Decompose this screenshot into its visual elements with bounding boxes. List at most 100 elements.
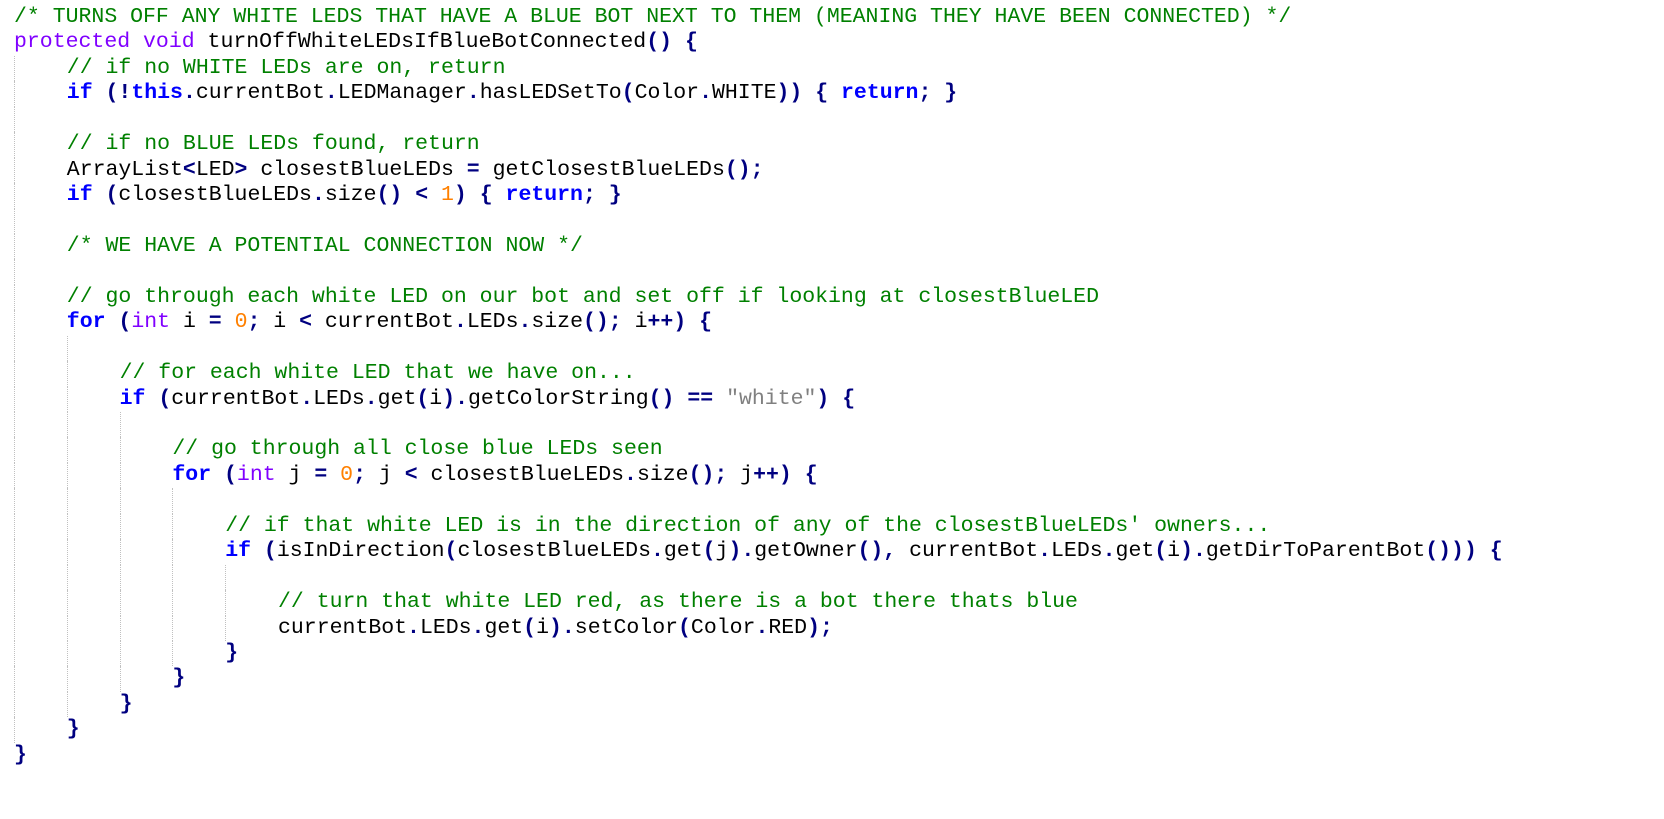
token-operator: > <box>234 157 248 182</box>
token-plain: j <box>365 462 405 487</box>
code-line[interactable]: /* WE HAVE A POTENTIAL CONNECTION NOW */ <box>14 233 1654 260</box>
token-plain: currentBot <box>312 310 454 335</box>
code-line[interactable]: currentBot.LEDs.get(i).setColor(Color.RE… <box>14 615 1654 641</box>
token-operator: ( <box>105 183 119 208</box>
indent-guide <box>14 335 15 362</box>
code-line-content: // if no BLUE LEDs found, return <box>67 132 480 156</box>
token-operator: = <box>208 310 222 335</box>
code-line[interactable]: if (isInDirection(closestBlueLEDs.get(j)… <box>14 539 1654 565</box>
code-line[interactable]: // if that white LED is in the direction… <box>14 513 1654 540</box>
code-line[interactable]: } <box>14 640 1654 667</box>
code-line-content: // go through each white LED on our bot … <box>67 285 1099 309</box>
token-keyword: for <box>172 462 212 487</box>
token-operator: { <box>842 386 856 411</box>
code-line[interactable]: /* TURNS OFF ANY WHITE LEDS THAT HAVE A … <box>14 5 1654 30</box>
code-line[interactable] <box>14 259 1654 285</box>
indent-guide <box>172 590 174 616</box>
indent-guide <box>172 539 174 565</box>
token-operator: ( <box>118 310 132 335</box>
code-line[interactable]: protected void turnOffWhiteLEDsIfBlueBot… <box>14 30 1654 55</box>
code-line[interactable]: // go through all close blue LEDs seen <box>14 437 1654 463</box>
indent-guide <box>14 284 15 311</box>
token-plain: currentBot <box>195 81 325 106</box>
indent-guide <box>172 488 174 514</box>
code-line[interactable]: } <box>14 717 1654 743</box>
indent-guide <box>66 539 68 565</box>
code-line[interactable]: for (int i = 0; i < currentBot.LEDs.size… <box>14 310 1654 336</box>
token-operator: } <box>172 666 186 691</box>
code-line[interactable]: if (!this.currentBot.LEDManager.hasLEDSe… <box>14 81 1654 107</box>
indent-guide <box>66 666 68 692</box>
code-line[interactable] <box>14 106 1654 133</box>
code-line-content: for (int i = 0; i < currentBot.LEDs.size… <box>67 310 712 334</box>
token-operator: } <box>608 183 622 208</box>
indent-guide <box>225 564 227 591</box>
code-line[interactable]: } <box>14 743 1654 768</box>
code-line[interactable]: if (currentBot.LEDs.get(i).getColorStrin… <box>14 386 1654 412</box>
code-line-content: } <box>14 743 27 767</box>
token-plain: get <box>377 386 417 411</box>
code-line-content: /* TURNS OFF ANY WHITE LEDS THAT HAVE A … <box>14 5 1291 29</box>
code-line[interactable]: } <box>14 666 1654 692</box>
token-plain: currentBot <box>278 615 408 640</box>
token-operator: { <box>699 310 713 335</box>
indent-guide <box>14 386 15 412</box>
code-line-content: /* WE HAVE A POTENTIAL CONNECTION NOW */ <box>67 234 583 258</box>
code-line[interactable]: // if no BLUE LEDs found, return <box>14 132 1654 158</box>
code-line[interactable] <box>14 208 1654 234</box>
token-operator: . <box>699 81 712 106</box>
token-plain: LEDs <box>1051 539 1103 564</box>
token-operator: ( <box>263 539 277 564</box>
indent-guide <box>119 640 121 667</box>
token-operator: { <box>815 81 829 106</box>
token-plain: Color <box>690 615 756 640</box>
code-line[interactable] <box>14 564 1654 591</box>
indent-guide <box>119 513 121 540</box>
code-line[interactable]: // for each white LED that we have on... <box>14 361 1654 387</box>
code-line[interactable]: // if no WHITE LEDs are on, return <box>14 55 1654 82</box>
token-operator: ). <box>548 615 575 640</box>
code-line[interactable]: for (int j = 0; j < closestBlueLEDs.size… <box>14 462 1654 489</box>
code-line-content: if (!this.currentBot.LEDManager.hasLEDSe… <box>67 81 957 105</box>
indent-guide <box>14 361 15 387</box>
code-line[interactable]: ArrayList<LED> closestBlueLEDs = getClos… <box>14 157 1654 184</box>
indent-guide <box>119 564 121 591</box>
token-operator: ())) <box>1425 539 1477 564</box>
code-line[interactable] <box>14 412 1654 438</box>
indent-guide <box>14 55 15 82</box>
code-line[interactable]: // go through each white LED on our bot … <box>14 284 1654 311</box>
indent-guide <box>14 81 15 107</box>
token-comment: // if no WHITE LEDs are on, return <box>66 55 506 80</box>
indent-guide <box>119 462 121 489</box>
token-operator: ; <box>247 310 261 335</box>
code-line[interactable]: if (closestBlueLEDs.size() < 1) { return… <box>14 183 1654 209</box>
code-line[interactable]: } <box>14 691 1654 718</box>
token-operator: . <box>1038 539 1052 564</box>
indent-guide <box>14 564 15 591</box>
indent-guide <box>66 615 68 641</box>
token-operator: . <box>182 81 196 106</box>
code-line[interactable] <box>14 488 1654 514</box>
token-operator: } <box>119 691 133 716</box>
code-editor[interactable]: /* TURNS OFF ANY WHITE LEDS THAT HAVE A … <box>14 5 1654 810</box>
token-operator: { <box>684 30 698 55</box>
code-line-content: protected void turnOffWhiteLEDsIfBlueBot… <box>14 30 698 54</box>
token-plain: i <box>621 310 648 335</box>
token-type: void <box>143 30 195 55</box>
code-line-content: // turn that white LED red, as there is … <box>278 590 1078 614</box>
token-plain: ArrayList <box>66 157 183 182</box>
code-line[interactable] <box>14 335 1654 362</box>
token-plain: LEDs <box>419 615 472 640</box>
indent-guide <box>66 488 68 514</box>
code-line[interactable]: // turn that white LED red, as there is … <box>14 590 1654 616</box>
token-operator: < <box>415 183 429 208</box>
token-operator: } <box>225 640 239 665</box>
token-plain: i <box>170 310 209 335</box>
